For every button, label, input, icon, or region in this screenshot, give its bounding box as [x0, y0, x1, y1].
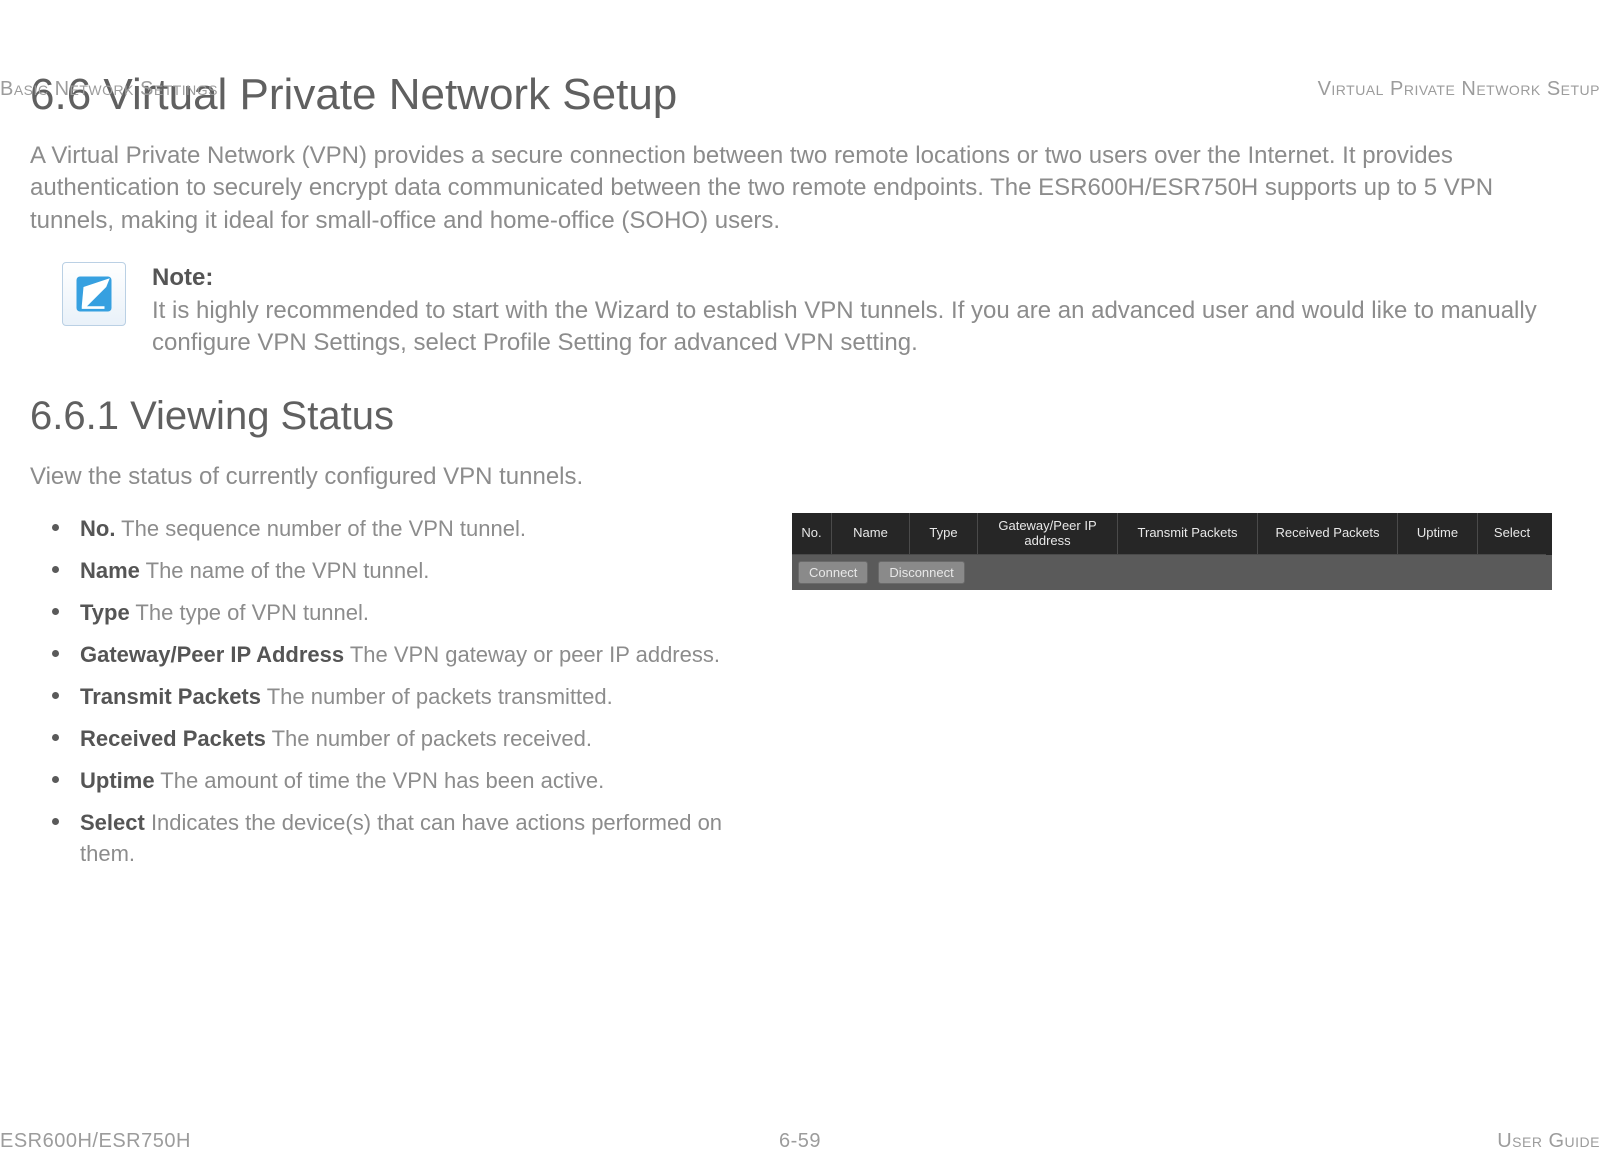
term: Transmit Packets: [80, 684, 261, 709]
col-received: Received Packets: [1258, 513, 1398, 555]
term: Name: [80, 558, 140, 583]
desc: The type of VPN tunnel.: [130, 600, 369, 625]
desc: The number of packets transmitted.: [261, 684, 613, 709]
note-body: It is highly recommended to start with t…: [152, 297, 1537, 356]
list-item: Type The type of VPN tunnel.: [52, 597, 752, 629]
col-type: Type: [910, 513, 978, 555]
field-list: No. The sequence number of the VPN tunne…: [52, 513, 752, 880]
note-label: Note:: [152, 264, 213, 291]
term: Gateway/Peer IP Address: [80, 642, 344, 667]
term: Select: [80, 810, 145, 835]
list-item: Select Indicates the device(s) that can …: [52, 807, 752, 871]
running-header-left: Basic Network Settings: [0, 78, 218, 101]
term: No.: [80, 516, 115, 541]
list-item: Uptime The amount of time the VPN has be…: [52, 765, 752, 797]
subsection-title: 6.6.1 Viewing Status: [30, 394, 1570, 439]
note-icon: [62, 262, 126, 326]
list-item: Gateway/Peer IP Address The VPN gateway …: [52, 639, 752, 671]
col-select: Select: [1478, 513, 1546, 555]
vpn-table-header: No. Name Type Gateway/Peer IP address Tr…: [792, 513, 1552, 555]
term: Received Packets: [80, 726, 266, 751]
vpn-actions-row: Connect Disconnect: [792, 555, 1552, 590]
section-intro: A Virtual Private Network (VPN) provides…: [30, 140, 1570, 237]
col-no: No.: [792, 513, 832, 555]
desc: The amount of time the VPN has been acti…: [155, 768, 605, 793]
term: Uptime: [80, 768, 155, 793]
connect-button[interactable]: Connect: [798, 561, 868, 584]
desc: Indicates the device(s) that can have ac…: [80, 810, 722, 867]
col-name: Name: [832, 513, 910, 555]
running-header-right: Virtual Private Network Setup: [1318, 78, 1600, 101]
note-block: Note: It is highly recommended to start …: [62, 262, 1570, 359]
desc: The VPN gateway or peer IP address.: [344, 642, 720, 667]
list-item: Received Packets The number of packets r…: [52, 723, 752, 755]
col-gateway: Gateway/Peer IP address: [978, 513, 1118, 555]
list-item: Transmit Packets The number of packets t…: [52, 681, 752, 713]
footer-left: ESR600H/ESR750H: [0, 1130, 191, 1153]
desc: The name of the VPN tunnel.: [140, 558, 429, 583]
footer-right: User Guide: [1497, 1130, 1600, 1153]
col-transmit: Transmit Packets: [1118, 513, 1258, 555]
disconnect-button[interactable]: Disconnect: [878, 561, 964, 584]
desc: The number of packets received.: [266, 726, 592, 751]
vpn-status-widget: No. Name Type Gateway/Peer IP address Tr…: [792, 513, 1552, 590]
note-text: Note: It is highly recommended to start …: [152, 262, 1570, 359]
term: Type: [80, 600, 130, 625]
subsection-intro: View the status of currently configured …: [30, 463, 1570, 491]
list-item: No. The sequence number of the VPN tunne…: [52, 513, 752, 545]
desc: The sequence number of the VPN tunnel.: [115, 516, 526, 541]
footer-center: 6-59: [779, 1130, 821, 1153]
col-uptime: Uptime: [1398, 513, 1478, 555]
list-item: Name The name of the VPN tunnel.: [52, 555, 752, 587]
